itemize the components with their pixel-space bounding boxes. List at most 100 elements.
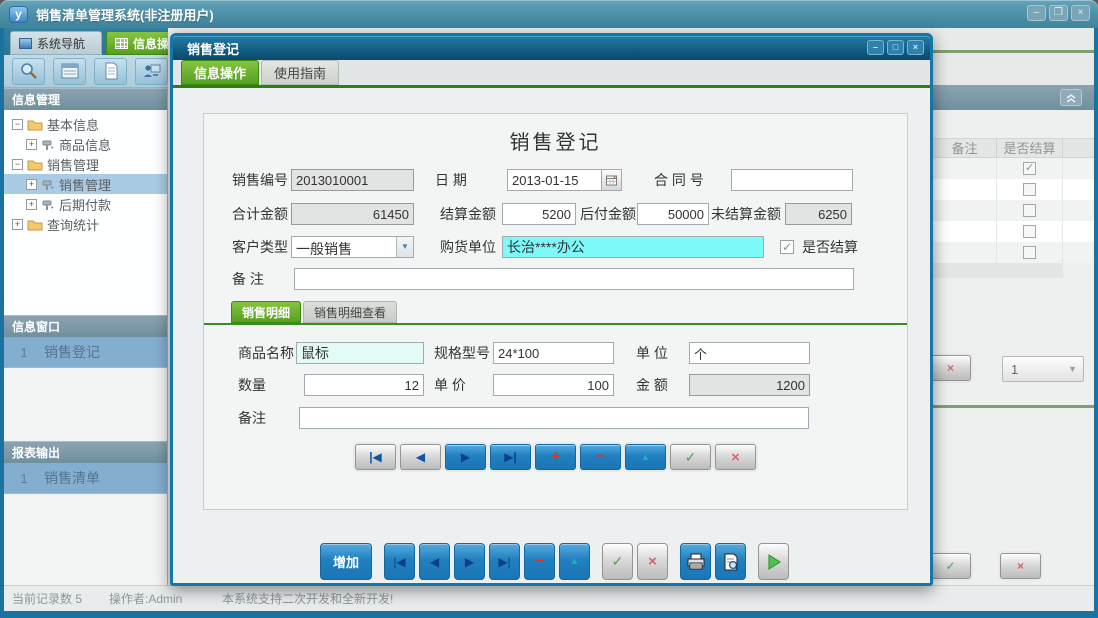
tab-sales-detail-view[interactable]: 销售明细查看 (303, 301, 397, 323)
table-row[interactable] (933, 179, 1094, 200)
dialog-minimize-button[interactable]: – (867, 40, 884, 55)
settled-checkbox[interactable] (1023, 225, 1036, 238)
tab-sales-detail[interactable]: 销售明细 (231, 301, 301, 323)
app-logo-icon: y (9, 6, 28, 23)
first-record-button[interactable]: |◀ (384, 543, 415, 580)
tree-item-query-stats[interactable]: + 查询统计 (4, 214, 167, 234)
printer-icon (686, 553, 706, 571)
expand-box-icon[interactable]: + (26, 199, 37, 210)
settled-checkbox[interactable] (1023, 246, 1036, 259)
tree-item-later-payment[interactable]: + 后期付款 (4, 194, 167, 214)
buyer-field[interactable] (502, 236, 764, 258)
spec-label: 规格型号 (434, 342, 490, 364)
detail-remark-field[interactable] (299, 407, 809, 429)
table-footer-strip (933, 263, 1063, 278)
tree-item-basic-info[interactable]: − 基本信息 (4, 114, 167, 134)
tree-item-sales-mgmt-folder[interactable]: − 销售管理 (4, 154, 167, 174)
spec-field[interactable] (493, 342, 614, 364)
expand-box-icon[interactable]: + (26, 179, 37, 190)
settled-checkbox[interactable] (1023, 183, 1036, 196)
collapse-panel-button[interactable] (1060, 89, 1082, 106)
product-name-field[interactable] (296, 342, 424, 364)
detail-next-button[interactable]: ▶ (445, 444, 486, 470)
user-button[interactable] (135, 58, 168, 85)
expand-box-icon[interactable]: + (12, 219, 23, 230)
detail-prev-button[interactable]: ◀ (400, 444, 441, 470)
confirm-record-button[interactable]: ✓ (602, 543, 633, 580)
date-field[interactable]: 2013-01-15 (507, 169, 622, 191)
column-header-settled[interactable]: 是否结算 (997, 139, 1063, 158)
close-button[interactable]: × (1071, 5, 1090, 21)
detail-cancel-button[interactable]: × (715, 444, 756, 470)
form-icon (60, 62, 80, 80)
minimize-button[interactable]: – (1027, 5, 1046, 21)
master-button-row: 增加 |◀ ◀ ▶ ▶| − ▲ ✓ × (173, 543, 936, 580)
last-record-button[interactable]: ▶| (489, 543, 520, 580)
collapse-box-icon[interactable]: − (12, 159, 23, 170)
detail-last-button[interactable]: ▶| (490, 444, 531, 470)
tab-info-operation[interactable]: 信息操作 (181, 60, 259, 85)
page-number-select[interactable]: 1 ▼ (1002, 356, 1084, 382)
next-record-button[interactable]: ▶ (454, 543, 485, 580)
dialog-close-button[interactable]: × (907, 40, 924, 55)
settled-amount-field[interactable] (502, 203, 576, 225)
tree-item-sales-mgmt[interactable]: + 销售管理 (4, 174, 167, 194)
amount-field[interactable] (689, 374, 810, 396)
dialog-maximize-button[interactable]: □ (887, 40, 904, 55)
detail-add-button[interactable]: + (535, 444, 576, 470)
detail-edit-button[interactable]: ▲ (625, 444, 666, 470)
table-row[interactable]: ✓ (933, 158, 1094, 179)
is-settled-checkbox[interactable]: ✓ (780, 240, 794, 254)
unsettled-field[interactable] (785, 203, 852, 225)
panel-header-info-windows: 信息窗口 (4, 315, 167, 337)
chevron-down-icon[interactable]: ▼ (396, 237, 413, 257)
run-report-button[interactable] (758, 543, 789, 580)
table-row[interactable] (933, 221, 1094, 242)
calendar-picker-button[interactable] (601, 170, 621, 190)
detail-first-button[interactable]: |◀ (355, 444, 396, 470)
contract-no-field[interactable] (731, 169, 853, 191)
tab-system-nav[interactable]: 系统导航 (10, 31, 102, 55)
bg-confirm-button[interactable]: ✓ (930, 553, 971, 579)
expand-box-icon[interactable]: + (26, 139, 37, 150)
remark-field[interactable] (294, 268, 854, 290)
report-blank (4, 494, 167, 578)
edit-record-button[interactable]: ▲ (559, 543, 590, 580)
unit-field[interactable] (689, 342, 810, 364)
price-field[interactable] (493, 374, 614, 396)
tree-item-product-info[interactable]: + 商品信息 (4, 134, 167, 154)
total-amount-field[interactable] (291, 203, 414, 225)
cancel-record-button[interactable]: × (637, 543, 668, 580)
customer-type-select[interactable]: 一般销售 ▼ (291, 236, 414, 258)
tab-info-ops[interactable]: 信息操作 (106, 31, 168, 55)
prev-record-button[interactable]: ◀ (419, 543, 450, 580)
report-row-sales-list[interactable]: 1 销售清单 (4, 463, 167, 494)
restore-button[interactable]: ❐ (1049, 5, 1068, 21)
table-row[interactable] (933, 200, 1094, 221)
table-row[interactable] (933, 242, 1094, 263)
unit-label: 单 位 (636, 342, 668, 364)
document-button[interactable] (94, 58, 127, 85)
collapse-box-icon[interactable]: − (12, 119, 23, 130)
add-button[interactable]: 增加 (320, 543, 372, 580)
qty-field[interactable] (304, 374, 424, 396)
column-header-remark[interactable]: 备注 (933, 139, 997, 158)
window-border-left (0, 28, 4, 611)
tab-user-guide[interactable]: 使用指南 (261, 60, 339, 85)
info-window-row-sales-reg[interactable]: 1 销售登记 (4, 337, 167, 368)
settled-checkbox[interactable] (1023, 204, 1036, 217)
detail-confirm-button[interactable]: ✓ (670, 444, 711, 470)
form-button[interactable] (53, 58, 86, 85)
sale-no-field[interactable] (291, 169, 414, 191)
search-button[interactable] (12, 58, 45, 85)
bg-cancel-button[interactable]: × (1000, 553, 1041, 579)
bg-delete-button[interactable]: × (930, 355, 971, 381)
print-button[interactable] (680, 543, 711, 580)
later-pay-field[interactable] (637, 203, 709, 225)
settled-checkbox[interactable]: ✓ (1023, 162, 1036, 175)
detail-delete-button[interactable]: − (580, 444, 621, 470)
document-icon (101, 62, 121, 80)
delete-record-button[interactable]: − (524, 543, 555, 580)
table-header-row: 备注 是否结算 (933, 138, 1094, 158)
print-preview-button[interactable] (715, 543, 746, 580)
